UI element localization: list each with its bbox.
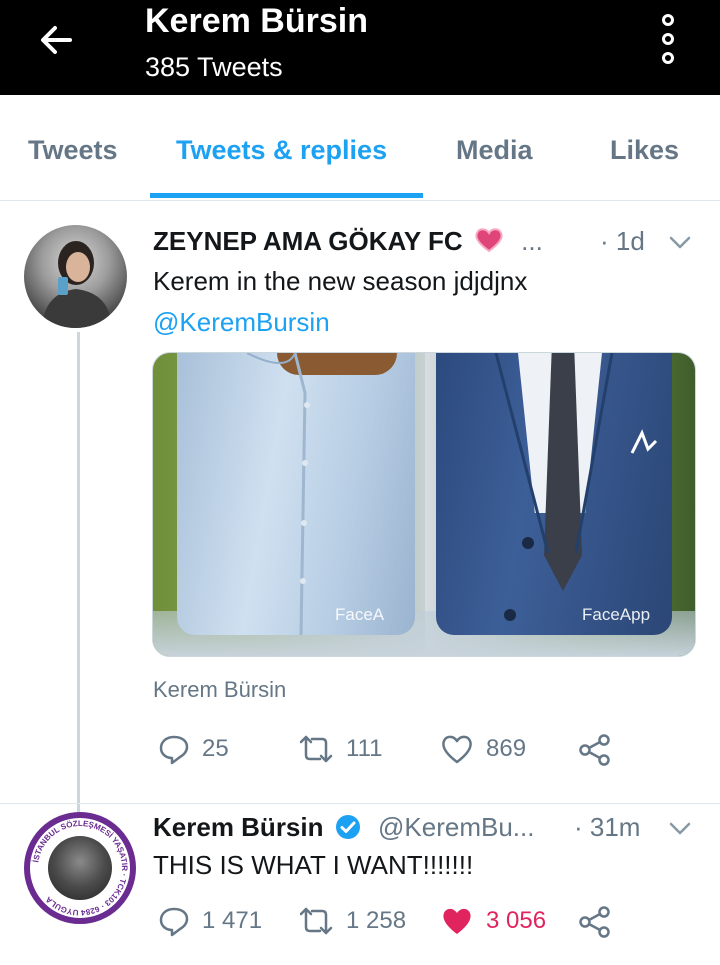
- shirt-detail-icon: [246, 353, 310, 635]
- chevron-down-icon: [669, 822, 691, 835]
- more-dot-icon: [662, 52, 674, 64]
- tab-tweets-and-replies[interactable]: Tweets & replies: [176, 135, 387, 166]
- profile-tabs: Tweets Tweets & replies Media Likes: [0, 95, 720, 201]
- share-button[interactable]: [578, 905, 624, 939]
- top-bar: Kerem Bürsin 385 Tweets: [0, 0, 720, 95]
- media-image-left[interactable]: FaceA: [177, 353, 415, 635]
- like-button[interactable]: 3 056: [440, 905, 546, 937]
- heart-emoji-icon: [475, 228, 503, 253]
- retweet-icon: [299, 735, 333, 763]
- reply-button[interactable]: 1 471: [158, 905, 262, 937]
- verified-badge-icon: [335, 815, 360, 839]
- retweet-icon: [299, 907, 333, 935]
- heart-outline-icon: [442, 735, 472, 764]
- tab-likes[interactable]: Likes: [610, 135, 679, 166]
- like-count: 869: [486, 735, 527, 762]
- faceapp-watermark: FaceApp: [582, 605, 651, 624]
- reply-button[interactable]: 25: [158, 733, 229, 765]
- more-dot-icon: [662, 33, 674, 45]
- retweet-button[interactable]: 1 258: [298, 905, 406, 937]
- retweet-button[interactable]: 111: [298, 733, 382, 765]
- tweet-count: 385 Tweets: [145, 52, 283, 82]
- more-options-button[interactable]: [654, 14, 682, 64]
- retweet-count: 1 258: [346, 907, 407, 934]
- thread-connector: [77, 332, 80, 812]
- arrow-left-icon: [41, 26, 72, 54]
- mention-link[interactable]: @KeremBursin: [153, 307, 330, 338]
- tab-tweets[interactable]: Tweets: [28, 135, 118, 166]
- profile-photo-icon: [42, 241, 112, 328]
- like-button[interactable]: 869: [440, 733, 526, 765]
- tweet-author-name[interactable]: ZEYNEP AMA GÖKAY FC ...: [153, 226, 543, 257]
- tweet-media[interactable]: FaceA FaceApp: [152, 352, 696, 657]
- like-count: 3 056: [486, 907, 547, 934]
- reply-count: 1 471: [202, 907, 263, 934]
- tweet-divider: [0, 803, 720, 804]
- ring-logo-icon: İSTANBUL SÖZLEŞMESİ YAŞATIR · TCK103 · 6…: [31, 819, 129, 917]
- faceapp-watermark: FaceA: [335, 605, 385, 624]
- tweet-text: Kerem in the new season jdjdjnx: [153, 266, 528, 296]
- tweet-text: THIS IS WHAT I WANT!!!!!!!: [153, 850, 474, 880]
- reply-count: 25: [202, 735, 229, 762]
- suit-detail-icon: [494, 353, 658, 621]
- back-button[interactable]: [34, 18, 78, 62]
- avatar[interactable]: [24, 225, 127, 328]
- avatar[interactable]: İSTANBUL SÖZLEŞMESİ YAŞATIR · TCK103 · 6…: [24, 812, 136, 924]
- tweet-menu-button[interactable]: [667, 815, 693, 841]
- tweet-timestamp[interactable]: · 1d: [600, 226, 645, 257]
- tweet-menu-button[interactable]: [667, 229, 693, 255]
- name-truncation: ...: [521, 226, 543, 256]
- media-tag-attribution[interactable]: Kerem Bürsin: [153, 677, 286, 703]
- share-icon: [579, 906, 610, 938]
- active-tab-indicator: [150, 193, 423, 198]
- heart-filled-icon: [443, 908, 471, 934]
- tweet-timestamp[interactable]: · 31m: [574, 812, 640, 843]
- svg-text:İSTANBUL SÖZLEŞMESİ YAŞATIR ·: İSTANBUL SÖZLEŞMESİ YAŞATIR · TCK103 · 6…: [31, 819, 129, 917]
- tweet-author-name[interactable]: Kerem Bürsin: [153, 812, 361, 843]
- share-icon: [579, 734, 610, 766]
- more-dot-icon: [662, 14, 674, 26]
- tab-media[interactable]: Media: [456, 135, 533, 166]
- share-button[interactable]: [578, 733, 624, 767]
- media-image-right[interactable]: FaceApp: [436, 353, 672, 635]
- reply-icon: [159, 735, 189, 765]
- retweet-count: 111: [346, 735, 383, 762]
- profile-name: Kerem Bürsin: [145, 2, 368, 40]
- reply-icon: [159, 907, 189, 937]
- chevron-down-icon: [669, 236, 691, 249]
- tweet-author-handle[interactable]: @KeremBu...: [378, 812, 534, 843]
